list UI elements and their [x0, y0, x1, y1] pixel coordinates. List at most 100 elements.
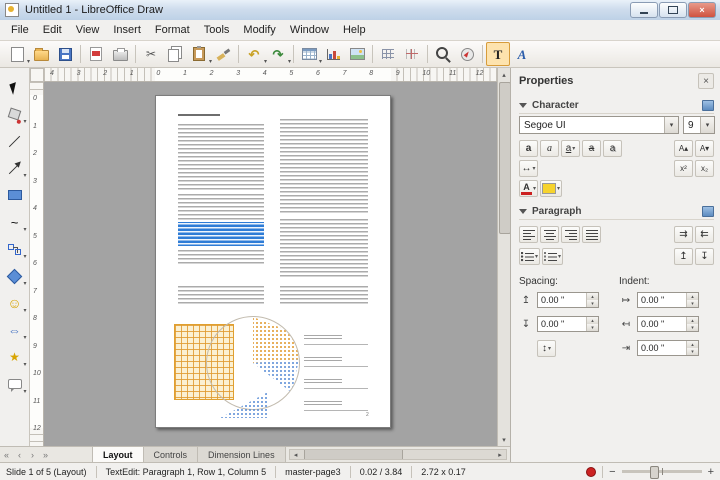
font-color-button[interactable]: A▾ — [519, 180, 538, 197]
insert-table-button[interactable]: ▾ — [297, 42, 321, 66]
align-justify-button[interactable] — [582, 226, 601, 243]
dropdown-arrow-icon[interactable]: ▾ — [532, 165, 535, 172]
dropdown-arrow-icon[interactable]: ▾ — [23, 334, 26, 341]
zoom-slider[interactable] — [622, 470, 702, 473]
menu-window[interactable]: Window — [283, 22, 336, 38]
sidebar-close-button[interactable]: × — [698, 73, 714, 89]
menu-edit[interactable]: Edit — [36, 22, 69, 38]
fontwork-button[interactable]: A — [510, 42, 534, 66]
save-button[interactable] — [53, 42, 77, 66]
zoom-in-button[interactable]: + — [708, 466, 714, 478]
collapse-arrow-icon[interactable] — [519, 103, 527, 108]
font-name-combo[interactable]: Segoe UI ▾ — [519, 116, 679, 134]
rectangle-tool-button[interactable] — [3, 184, 27, 206]
drawing-canvas[interactable]: 2 — [44, 82, 497, 446]
helplines-button[interactable] — [400, 42, 424, 66]
dropdown-arrow-icon[interactable]: ▾ — [558, 253, 561, 260]
section-options-icon[interactable] — [702, 100, 714, 111]
symbol-shapes-button[interactable]: ☺▾ — [3, 292, 27, 314]
menu-file[interactable]: File — [4, 22, 36, 38]
horizontal-scrollbar[interactable]: ◂ ▸ — [289, 449, 507, 460]
menu-view[interactable]: View — [69, 22, 107, 38]
basic-shapes-button[interactable]: ▾ — [3, 265, 27, 287]
previous-page-button[interactable]: ‹ — [13, 447, 26, 462]
callouts-button[interactable]: ▾ — [3, 373, 27, 395]
unordered-list-button[interactable]: ▾ — [519, 248, 540, 265]
align-left-button[interactable] — [519, 226, 538, 243]
clone-formatting-button[interactable] — [211, 42, 235, 66]
character-section-header[interactable]: Character — [519, 98, 714, 114]
master-page-status[interactable]: master-page3 — [285, 467, 341, 477]
italic-button[interactable]: a — [540, 140, 559, 157]
tab-dimension-lines[interactable]: Dimension Lines — [198, 447, 286, 462]
dropdown-arrow-icon[interactable]: ▾ — [288, 58, 291, 65]
spinner[interactable]: ▴▾ — [686, 293, 698, 307]
insert-image-button[interactable] — [345, 42, 369, 66]
tab-controls[interactable]: Controls — [144, 447, 199, 462]
line-tool-button[interactable] — [3, 130, 27, 152]
text-direction-rtl-button[interactable]: ⇇ — [695, 226, 714, 243]
dropdown-arrow-icon[interactable]: ▾ — [23, 172, 26, 179]
vertical-ruler[interactable]: 0123456789101112 — [30, 82, 44, 446]
next-page-button[interactable]: › — [26, 447, 39, 462]
paste-button[interactable]: ▾ — [187, 42, 211, 66]
subscript-button[interactable]: x₂ — [695, 160, 714, 177]
dropdown-arrow-icon[interactable]: ▾ — [572, 145, 575, 152]
scroll-down-button[interactable]: ▾ — [498, 433, 510, 446]
open-button[interactable] — [29, 42, 53, 66]
dropdown-arrow-icon[interactable]: ▾ — [548, 345, 551, 352]
dropdown-arrow-icon[interactable]: ▾ — [535, 253, 538, 260]
increase-spacing-button[interactable]: ↥ — [674, 248, 693, 265]
display-grid-button[interactable] — [376, 42, 400, 66]
collapse-arrow-icon[interactable] — [519, 209, 527, 214]
undo-button[interactable]: ↶▾ — [242, 42, 266, 66]
fill-color-button[interactable]: ▾ — [3, 103, 27, 125]
new-document-button[interactable]: ▾ — [5, 42, 29, 66]
strikethrough-button[interactable]: a — [582, 140, 601, 157]
increase-font-button[interactable]: A▴ — [674, 140, 693, 157]
indent-after-field[interactable]: 0.00 " ▴▾ — [637, 316, 699, 332]
zoom-button[interactable] — [431, 42, 455, 66]
line-spacing-button[interactable]: ↕▾ — [537, 340, 556, 357]
cut-button[interactable]: ✂ — [139, 42, 163, 66]
zoom-slider-thumb[interactable] — [650, 466, 659, 479]
close-button[interactable]: × — [688, 2, 716, 18]
last-page-button[interactable]: » — [39, 447, 52, 462]
horizontal-scrollbar-thumb[interactable] — [304, 450, 403, 459]
stars-banners-button[interactable]: ★▾ — [3, 346, 27, 368]
spacing-above-field[interactable]: 0.00 " ▴▾ — [537, 292, 599, 308]
zoom-out-button[interactable]: − — [609, 466, 615, 478]
print-button[interactable] — [108, 42, 132, 66]
spinner[interactable]: ▴▾ — [586, 293, 598, 307]
first-line-indent-field[interactable]: 0.00 " ▴▾ — [637, 340, 699, 356]
curve-tool-button[interactable]: ~▾ — [3, 211, 27, 233]
superscript-button[interactable]: x² — [674, 160, 693, 177]
scroll-right-button[interactable]: ▸ — [494, 450, 506, 459]
font-size-combo[interactable]: 9 ▾ — [683, 116, 715, 134]
copy-button[interactable] — [163, 42, 187, 66]
dropdown-arrow-icon[interactable]: ▾ — [23, 118, 26, 125]
combo-arrow-icon[interactable]: ▾ — [700, 117, 714, 133]
navigator-button[interactable] — [455, 42, 479, 66]
dropdown-arrow-icon[interactable]: ▾ — [23, 307, 26, 314]
shadow-button[interactable]: a — [603, 140, 622, 157]
ordered-list-button[interactable]: ▾ — [542, 248, 563, 265]
combo-arrow-icon[interactable]: ▾ — [664, 117, 678, 133]
character-spacing-button[interactable]: ↔▾ — [519, 160, 538, 177]
first-page-button[interactable]: « — [0, 447, 13, 462]
text-direction-ltr-button[interactable]: ⇉ — [674, 226, 693, 243]
horizontal-ruler[interactable]: 43210123456789101112 — [44, 68, 497, 82]
menu-format[interactable]: Format — [148, 22, 197, 38]
indent-before-field[interactable]: 0.00 " ▴▾ — [637, 292, 699, 308]
dropdown-arrow-icon[interactable]: ▾ — [23, 361, 26, 368]
spinner[interactable]: ▴▾ — [586, 317, 598, 331]
document-page[interactable]: 2 — [155, 95, 391, 428]
highlight-color-button[interactable]: ▾ — [540, 180, 562, 197]
menu-help[interactable]: Help — [336, 22, 373, 38]
lines-and-arrows-button[interactable]: ▾ — [3, 157, 27, 179]
selected-text-block[interactable] — [178, 222, 264, 246]
menu-tools[interactable]: Tools — [197, 22, 237, 38]
insert-text-box-button[interactable]: T — [486, 42, 510, 66]
align-right-button[interactable] — [561, 226, 580, 243]
scroll-up-button[interactable]: ▴ — [498, 68, 510, 81]
